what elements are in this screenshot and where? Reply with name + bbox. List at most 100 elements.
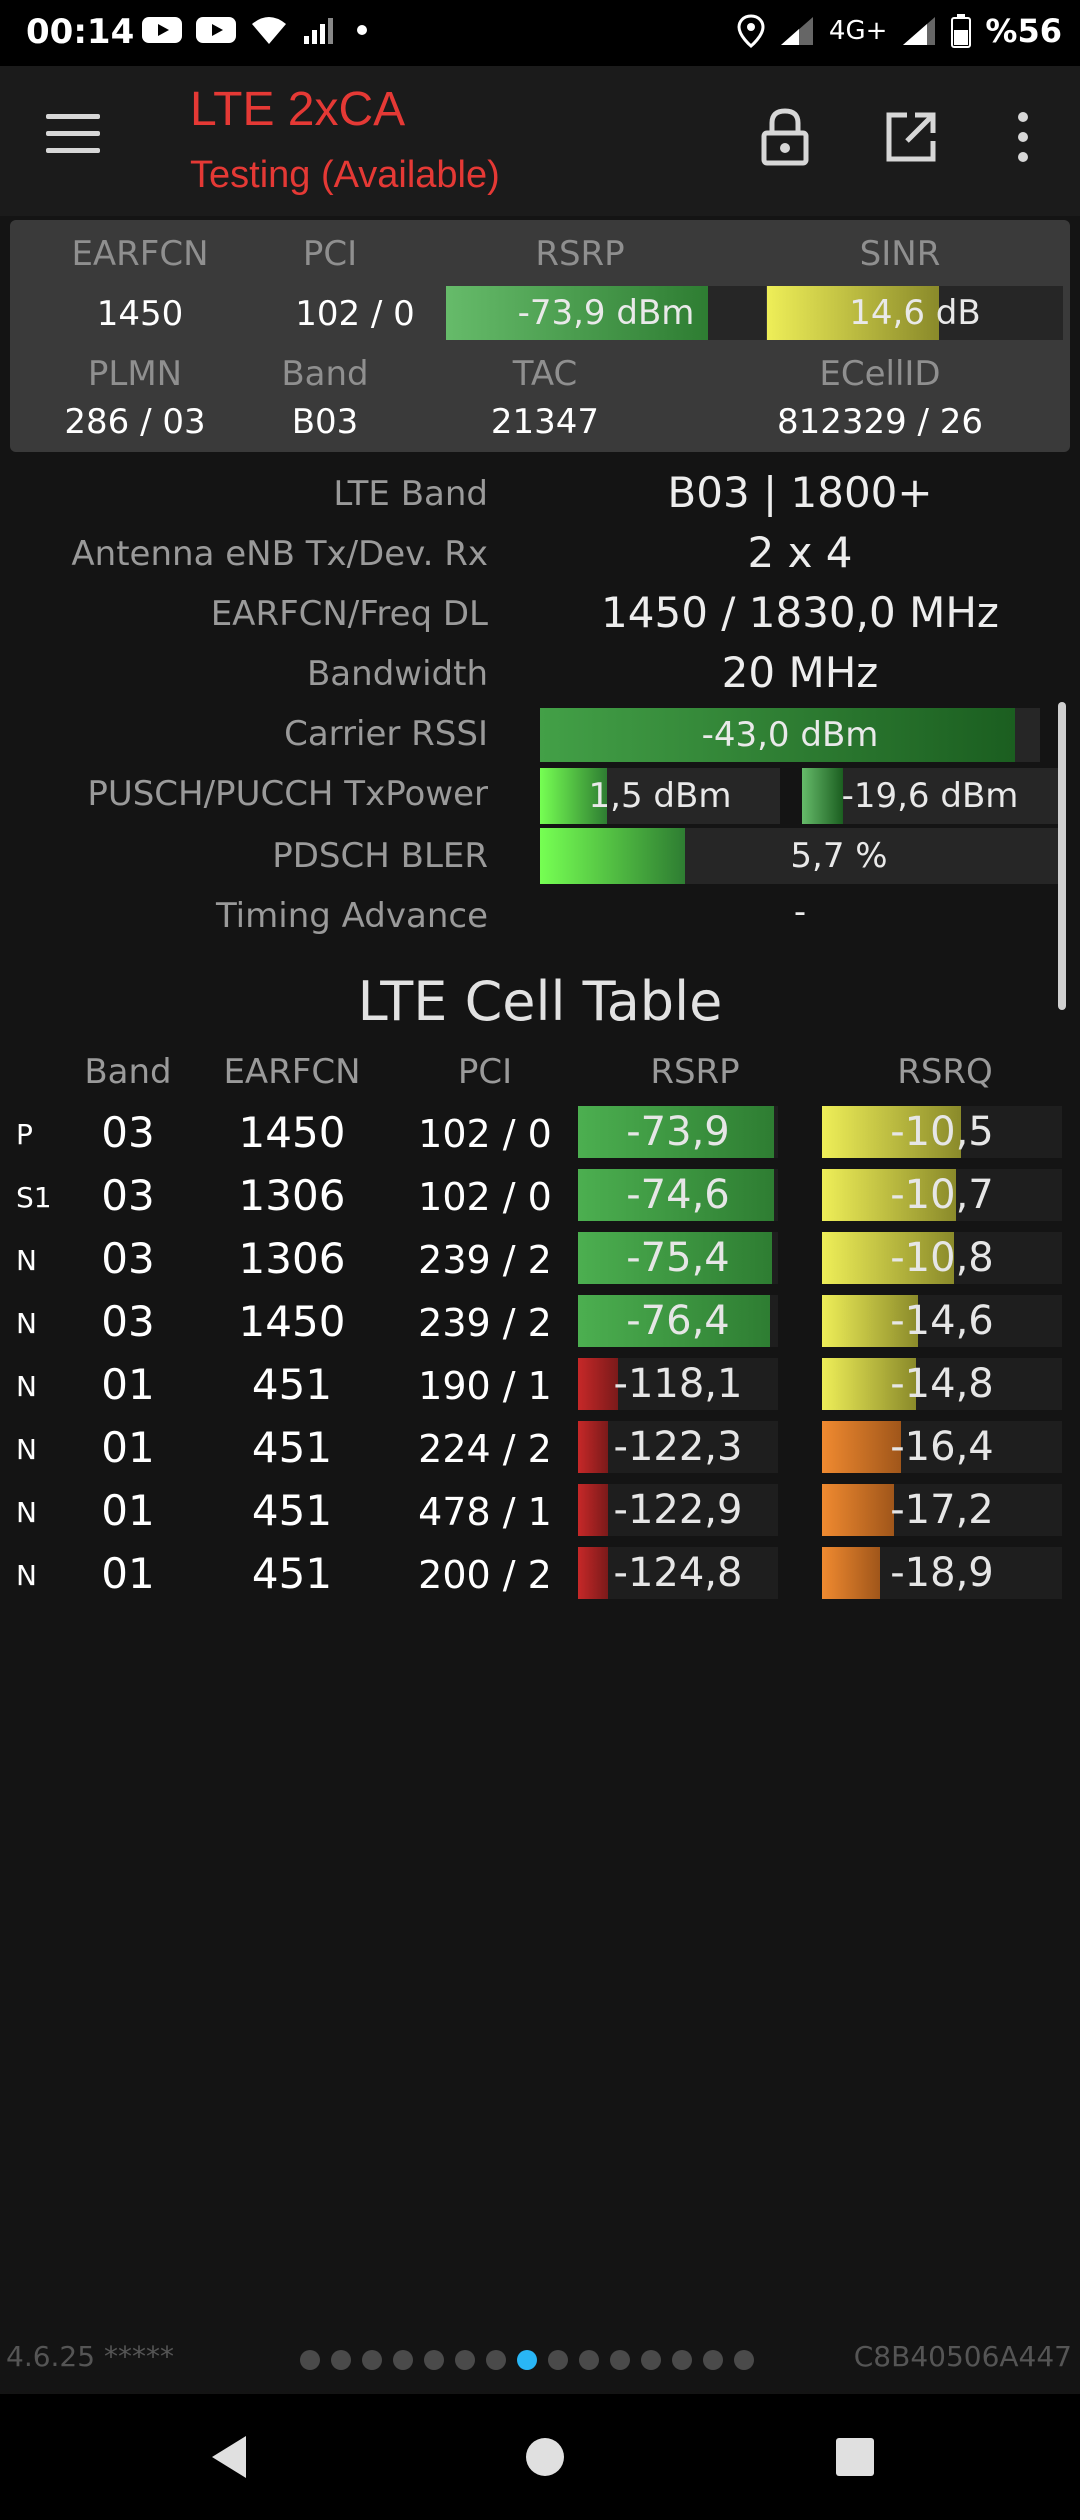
cell-band: 01	[101, 1423, 155, 1472]
cell-rsrp: -75,4	[626, 1235, 730, 1281]
sinr-label: SINR	[859, 234, 941, 274]
cell-band: 03	[101, 1234, 155, 1283]
ecellid-label: ECellID	[819, 354, 941, 394]
page-dot[interactable]	[300, 2350, 320, 2370]
cell-rsrq-bar: -14,8	[822, 1358, 1062, 1410]
cell-pci: 239 / 2	[418, 1238, 552, 1282]
cell-type: N	[16, 1370, 37, 1403]
th-band: Band	[84, 1052, 172, 1092]
lock-icon[interactable]	[750, 102, 820, 172]
page-dot[interactable]	[424, 2350, 444, 2370]
th-pci: PCI	[457, 1052, 513, 1092]
recents-icon[interactable]	[822, 2424, 888, 2490]
open-external-icon[interactable]	[876, 102, 946, 172]
pusch-txpower-value: 1,5 dBm	[588, 776, 732, 816]
cell-type: N	[16, 1559, 37, 1592]
cell-rsrp-bar: -73,9	[578, 1106, 778, 1158]
app-version: 4.6.25 *****	[6, 2340, 174, 2373]
page-dot[interactable]	[517, 2350, 537, 2370]
carrier-rssi-bar: -43,0 dBm	[540, 708, 1040, 762]
cell-pci: 102 / 0	[418, 1175, 552, 1219]
antenna-value: 2 x 4	[747, 528, 853, 577]
page-dot[interactable]	[672, 2350, 692, 2370]
cell-rsrp-bar: -75,4	[578, 1232, 778, 1284]
page-dot[interactable]	[362, 2350, 382, 2370]
page-dot[interactable]	[455, 2350, 475, 2370]
cell-type: N	[16, 1244, 37, 1277]
cell-pci: 478 / 1	[418, 1490, 552, 1534]
signal-icon	[302, 14, 340, 46]
table-row[interactable]: N 01 451 200 / 2 -124,8 -18,9	[0, 1545, 1080, 1601]
wifi-icon	[250, 14, 288, 46]
cell-rsrq: -14,6	[890, 1298, 994, 1344]
page-dot[interactable]	[331, 2350, 351, 2370]
cell-rsrp: -74,6	[626, 1172, 730, 1218]
cell-rsrq-bar: -10,8	[822, 1232, 1062, 1284]
cell-earfcn: 1306	[238, 1234, 346, 1283]
earfcn-freq-value: 1450 / 1830,0 MHz	[601, 588, 999, 637]
table-row[interactable]: P 03 1450 102 / 0 -73,9 -10,5	[0, 1104, 1080, 1160]
cell-earfcn: 451	[251, 1486, 333, 1535]
page-dot[interactable]	[486, 2350, 506, 2370]
cell-type: S1	[16, 1181, 52, 1214]
ecellid-value: 812329 / 26	[776, 402, 984, 442]
cell-rsrq-bar: -16,4	[822, 1421, 1062, 1473]
cell-rsrp: -122,9	[613, 1487, 743, 1533]
cell-type: N	[16, 1433, 37, 1466]
plmn-value: 286 / 03	[64, 402, 206, 442]
table-row[interactable]: S1 03 1306 102 / 0 -74,6 -10,7	[0, 1167, 1080, 1223]
page-dot[interactable]	[734, 2350, 754, 2370]
table-row[interactable]: N 01 451 478 / 1 -122,9 -17,2	[0, 1482, 1080, 1538]
scrollbar[interactable]	[1058, 702, 1066, 1010]
band-value: B03	[291, 402, 359, 442]
timing-advance-label: Timing Advance	[215, 896, 488, 936]
table-row[interactable]: N 03 1306 239 / 2 -75,4 -10,8	[0, 1230, 1080, 1286]
cell-rsrp-bar: -76,4	[578, 1295, 778, 1347]
cell-pci: 200 / 2	[418, 1553, 552, 1597]
page-dot[interactable]	[579, 2350, 599, 2370]
earfcn-freq-label: EARFCN/Freq DL	[210, 594, 488, 634]
dot-icon	[354, 22, 370, 38]
page-indicator[interactable]	[300, 2350, 754, 2370]
cell-band: 03	[101, 1297, 155, 1346]
signal-icon	[779, 15, 815, 47]
page-dot[interactable]	[393, 2350, 413, 2370]
cell-rsrq: -10,8	[890, 1235, 994, 1281]
navigation-bar	[0, 2394, 1080, 2520]
back-icon[interactable]	[198, 2424, 264, 2490]
status-time: 00:14	[26, 12, 135, 52]
page-dot[interactable]	[703, 2350, 723, 2370]
more-vert-icon[interactable]	[988, 102, 1058, 172]
cell-rsrp: -124,8	[613, 1550, 743, 1596]
pci-value: 102 / 0	[295, 294, 415, 334]
th-earfcn: EARFCN	[223, 1052, 361, 1092]
rsrp-value: -73,9 dBm	[517, 293, 695, 333]
sinr-bar: 14,6 dB	[767, 286, 1063, 340]
page-dot[interactable]	[610, 2350, 630, 2370]
cell-pci: 190 / 1	[418, 1364, 552, 1408]
page-dot[interactable]	[548, 2350, 568, 2370]
cell-band: 01	[101, 1486, 155, 1535]
cell-rsrq-bar: -18,9	[822, 1547, 1062, 1599]
page-dot[interactable]	[641, 2350, 661, 2370]
cell-band: 01	[101, 1360, 155, 1409]
pucch-txpower-bar: -19,6 dBm	[802, 768, 1058, 824]
band-label: Band	[281, 354, 369, 394]
cell-rsrp-bar: -118,1	[578, 1358, 778, 1410]
cell-pci: 102 / 0	[418, 1112, 552, 1156]
cell-rsrp-bar: -74,6	[578, 1169, 778, 1221]
table-row[interactable]: N 01 451 190 / 1 -118,1 -14,8	[0, 1356, 1080, 1412]
bandwidth-value: 20 MHz	[721, 648, 879, 697]
table-row[interactable]: N 01 451 224 / 2 -122,3 -16,4	[0, 1419, 1080, 1475]
home-icon[interactable]	[512, 2424, 578, 2490]
cell-earfcn: 1450	[238, 1108, 346, 1157]
cell-rsrq-bar: -10,7	[822, 1169, 1062, 1221]
table-row[interactable]: N 03 1450 239 / 2 -76,4 -14,6	[0, 1293, 1080, 1349]
pusch-txpower-bar: 1,5 dBm	[540, 768, 780, 824]
battery-level: %56	[985, 12, 1062, 50]
cell-rsrq: -10,5	[890, 1109, 994, 1155]
youtube-icon	[142, 15, 182, 45]
cell-rsrp-bar: -122,9	[578, 1484, 778, 1536]
location-icon	[737, 14, 765, 48]
menu-icon[interactable]	[46, 114, 100, 158]
